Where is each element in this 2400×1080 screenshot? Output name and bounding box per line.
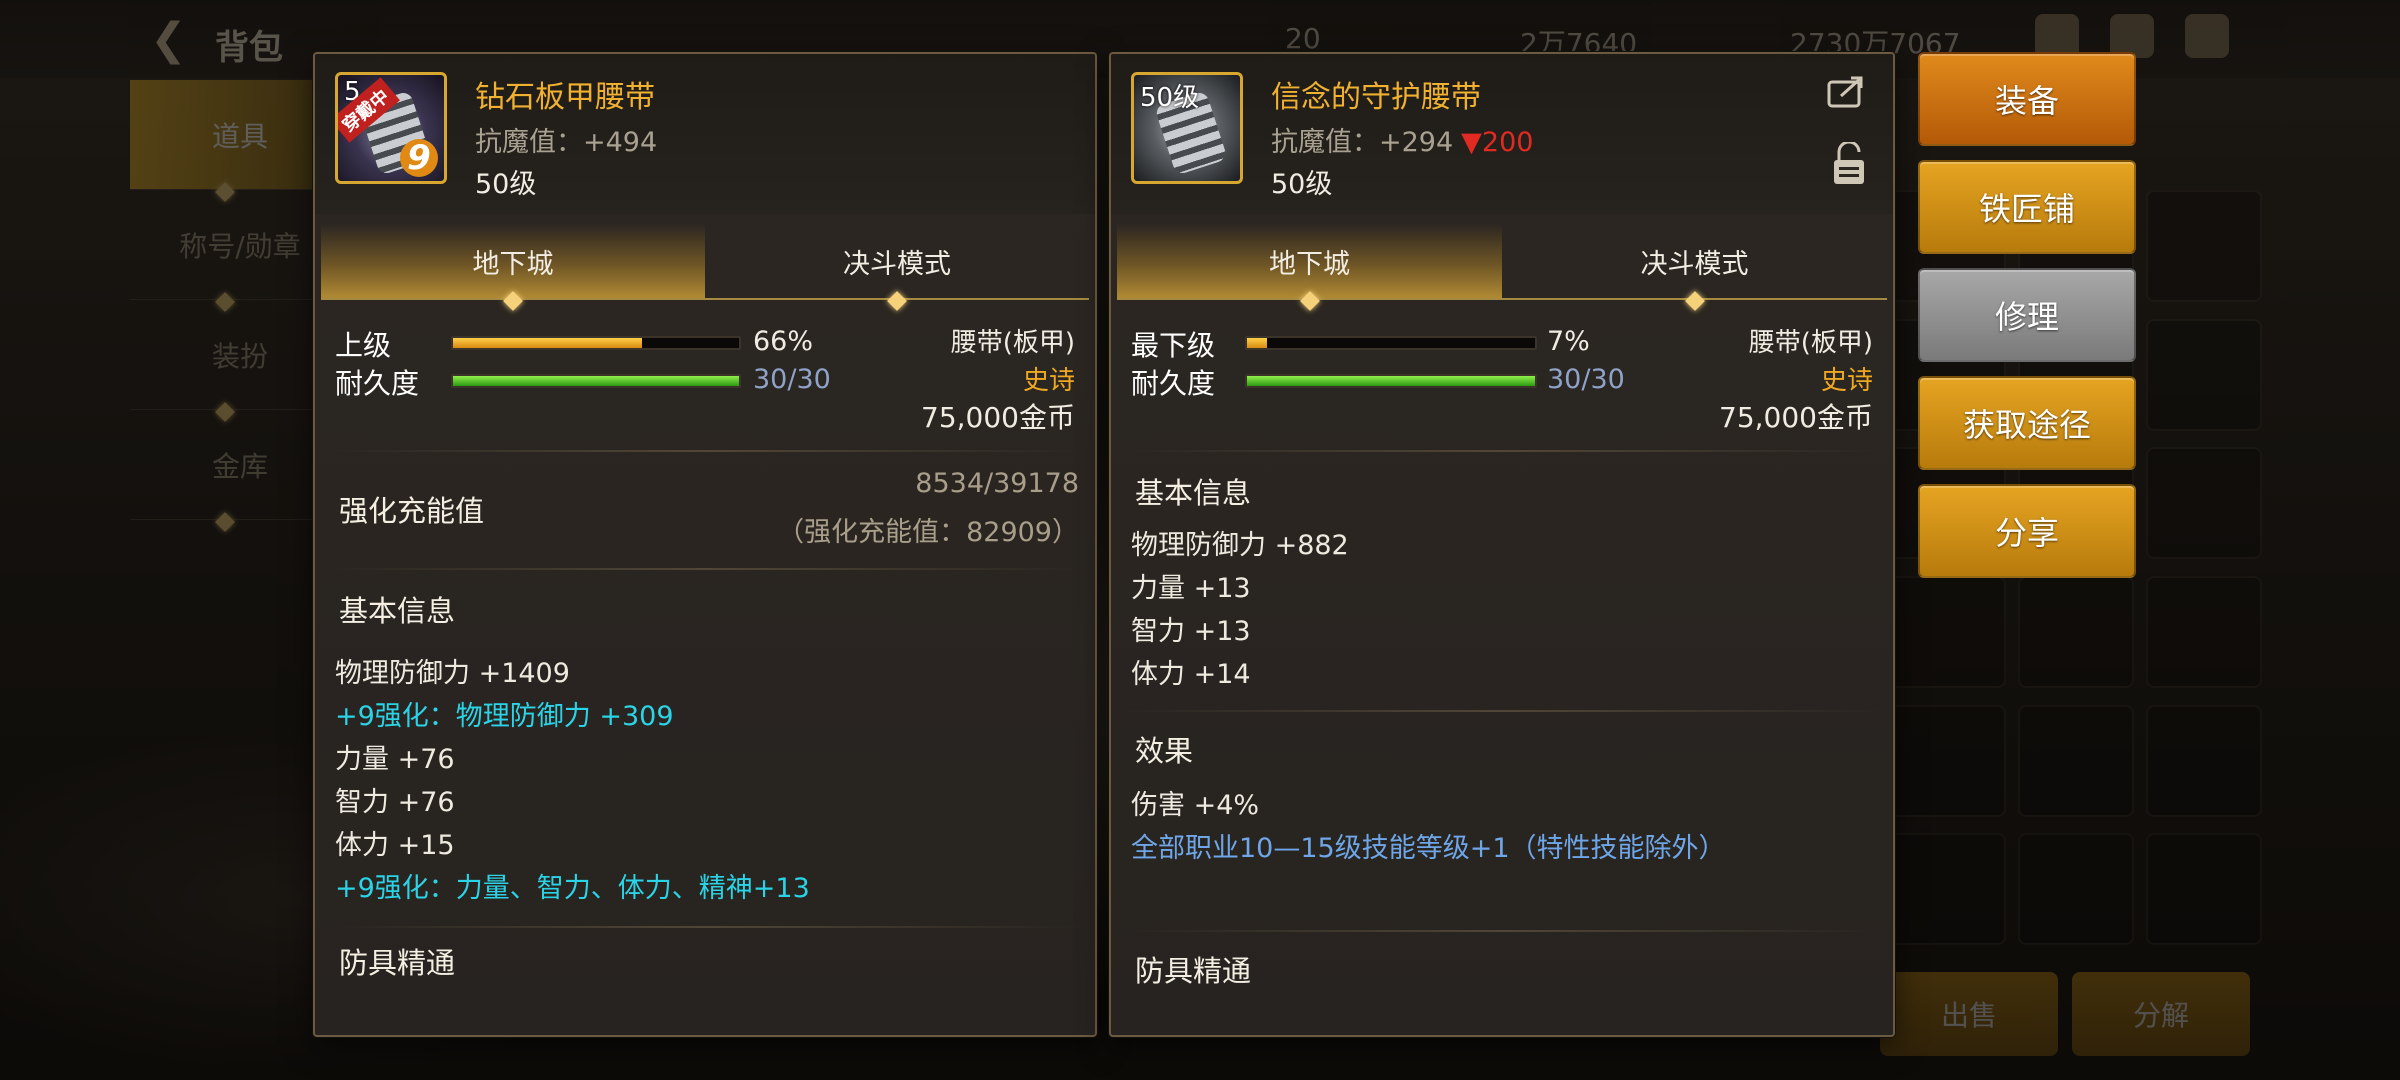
durability-bar-fill [1247, 376, 1535, 386]
durability-value: 30/30 [1547, 364, 1625, 395]
item-icon: 5 穿戴中 9 [335, 72, 447, 184]
item-price: 75,000金币 [1719, 401, 1873, 434]
basic-info-title: 基本信息 [1135, 476, 1252, 510]
charge-section: 强化充能值 8534/39178 （强化充能值：82909） [315, 452, 1095, 568]
reinforce-badge: 9 [400, 139, 438, 177]
item-main-stat: 抗魔值：+494 [475, 127, 658, 158]
grade-durability-block: 上级 66% 耐久度 30/30 腰带(板甲) 史诗 75,000金币 [315, 300, 1095, 450]
tab-pvp[interactable]: 决斗模式 [705, 224, 1089, 298]
charge-total: （强化充能值：82909） [777, 517, 1079, 548]
charge-title: 强化充能值 [339, 494, 485, 528]
grade-bar [451, 336, 741, 350]
charge-progress: 8534/39178 [915, 468, 1079, 499]
basic-info-list: 物理防御力 +882 力量 +13 智力 +13 体力 +14 [1131, 524, 1893, 696]
stat-line: 力量 +76 [335, 744, 455, 775]
item-level-badge: 50级 [1140, 83, 1200, 113]
item-header: 50级 信念的守护腰带 抗魔值：+294 ▼200 50级 [1111, 54, 1893, 214]
effect-line: 全部职业10—15级技能等级+1（特性技能除外） [1131, 833, 1726, 864]
item-rarity: 史诗 [1022, 366, 1075, 396]
durability-bar-fill [453, 376, 739, 386]
stat-line: +9强化：物理防御力 +309 [335, 701, 674, 732]
grade-bar-fill [1247, 338, 1268, 348]
grade-durability-block: 最下级 7% 耐久度 30/30 腰带(板甲) 史诗 75,000金币 [1111, 300, 1893, 450]
stat-line: 体力 +14 [1131, 659, 1251, 690]
grade-label: 最下级 [1131, 329, 1216, 362]
mode-tabs: 地下城 决斗模式 [1117, 224, 1887, 298]
stat-line: 物理防御力 +1409 [335, 658, 570, 689]
item-name: 钻石板甲腰带 [475, 80, 655, 115]
durability-label: 耐久度 [1131, 367, 1216, 400]
equip-button[interactable]: 装备 [1918, 52, 2136, 146]
durability-value: 30/30 [753, 364, 831, 395]
item-price: 75,000金币 [921, 401, 1075, 434]
armor-mastery-title: 防具精通 [1135, 954, 1252, 988]
durability-bar [451, 374, 741, 388]
action-buttons: 装备 铁匠铺 修理 获取途径 分享 [1918, 52, 2136, 592]
item-level: 50级 [475, 169, 537, 200]
stat-line: 智力 +76 [335, 787, 455, 818]
grade-label: 上级 [335, 329, 392, 362]
mode-tabs: 地下城 决斗模式 [321, 224, 1089, 298]
tab-dungeon[interactable]: 地下城 [1117, 224, 1502, 298]
basic-info-section: 基本信息 物理防御力 +1409 +9强化：物理防御力 +309 力量 +76 智力 … [315, 570, 1095, 910]
stat-line: 力量 +13 [1131, 573, 1251, 604]
grade-bar-fill [453, 338, 642, 348]
obtain-source-button[interactable]: 获取途径 [1918, 376, 2136, 470]
blacksmith-button[interactable]: 铁匠铺 [1918, 160, 2136, 254]
equipped-item-panel: 5 穿戴中 9 钻石板甲腰带 抗魔值：+494 50级 地下城 决斗模式 上级 … [313, 52, 1097, 1037]
stat-line: 智力 +13 [1131, 616, 1251, 647]
repair-button[interactable]: 修理 [1918, 268, 2136, 362]
basic-info-title: 基本信息 [339, 594, 456, 628]
tab-dungeon[interactable]: 地下城 [321, 224, 705, 298]
stat-line: +9强化：力量、智力、体力、精神+13 [335, 873, 810, 904]
effect-list: 伤害 +4% 全部职业10—15级技能等级+1（特性技能除外） [1131, 784, 1893, 870]
item-header: 5 穿戴中 9 钻石板甲腰带 抗魔值：+494 50级 [315, 54, 1095, 214]
item-rarity: 史诗 [1820, 366, 1873, 396]
stat-diff-down: ▼200 [1461, 127, 1534, 158]
compare-item-panel: 50级 信念的守护腰带 抗魔值：+294 ▼200 50级 地下城 决斗模式 最下… [1109, 52, 1895, 1037]
armor-mastery-title: 防具精通 [339, 946, 456, 980]
tab-pvp[interactable]: 决斗模式 [1502, 224, 1887, 298]
basic-info-list: 物理防御力 +1409 +9强化：物理防御力 +309 力量 +76 智力 +76 体力… [335, 652, 1095, 910]
grade-bar [1245, 336, 1537, 350]
effect-line: 伤害 +4% [1131, 790, 1260, 821]
grade-percent: 66% [753, 326, 814, 357]
stat-line: 物理防御力 +882 [1131, 530, 1349, 561]
item-name: 信念的守护腰带 [1271, 80, 1481, 115]
item-main-stat: 抗魔值：+294 ▼200 [1271, 127, 1534, 158]
share-icon[interactable] [1827, 74, 1867, 108]
item-level: 50级 [1271, 169, 1333, 200]
item-type: 腰带(板甲) [950, 328, 1075, 358]
effect-section: 效果 伤害 +4% 全部职业10—15级技能等级+1（特性技能除外） [1111, 712, 1893, 870]
durability-label: 耐久度 [335, 367, 420, 400]
stat-line: 体力 +15 [335, 830, 455, 861]
unlock-icon[interactable] [1831, 142, 1867, 186]
grade-percent: 7% [1547, 326, 1590, 357]
share-button[interactable]: 分享 [1918, 484, 2136, 578]
item-icon: 50级 [1131, 72, 1243, 184]
effect-title: 效果 [1135, 734, 1194, 768]
durability-bar [1245, 374, 1537, 388]
item-type: 腰带(板甲) [1748, 328, 1873, 358]
basic-info-section: 基本信息 物理防御力 +882 力量 +13 智力 +13 体力 +14 [1111, 452, 1893, 696]
